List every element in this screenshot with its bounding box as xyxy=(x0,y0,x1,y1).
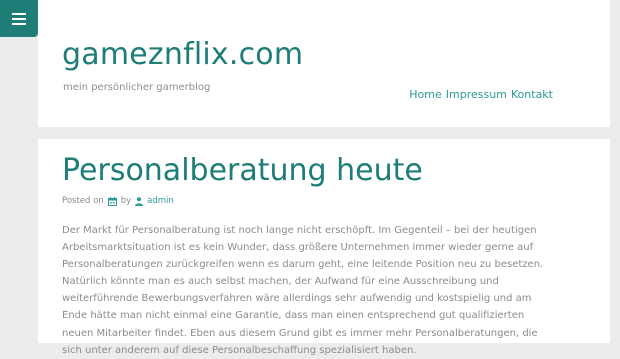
nav-item-impressum[interactable]: Impressum xyxy=(446,88,507,101)
post-line-6: Ende hätte man nicht einmal eine Garanti… xyxy=(62,310,525,322)
nav-item-home[interactable]: Home xyxy=(409,88,441,101)
post-meta: Posted on by admin xyxy=(62,196,174,206)
posted-on-label: Posted on xyxy=(62,196,104,206)
post-line-4: Natürlich könnte man es auch selbst mach… xyxy=(62,276,499,288)
site-title[interactable]: gameznflix.com xyxy=(62,40,303,70)
by-label: by xyxy=(120,196,132,206)
post-line-3: Personalberatungen zurückgreifen wenn es… xyxy=(62,259,544,271)
post-line-8: sich unter anderem auf diese Personalbes… xyxy=(62,344,417,356)
user-icon xyxy=(135,196,144,206)
calendar-icon xyxy=(107,196,117,206)
post-title[interactable]: Personalberatung heute xyxy=(62,156,423,186)
menu-toggle-button[interactable] xyxy=(0,0,38,37)
nav-item-kontakt[interactable]: Kontakt xyxy=(511,88,553,101)
post-article: Personalberatung heute Posted on by admi… xyxy=(38,139,610,356)
main-nav: Home Impressum Kontakt xyxy=(409,88,553,101)
site-description: mein persönlicher gamerblog xyxy=(63,82,211,93)
site-header: gameznflix.com mein persönlicher gamerbl… xyxy=(38,0,610,127)
post-line-2: Arbeitsmarktsituation ist es kein Wunder… xyxy=(62,242,534,254)
post-body: Der Markt für Personalberatung ist noch … xyxy=(62,222,562,359)
post-line-5: weiterführende Bewerbungsverfahren wäre … xyxy=(62,293,532,305)
post-line-1: Der Markt für Personalberatung ist noch … xyxy=(62,225,537,236)
hamburger-menu-icon xyxy=(12,12,26,25)
author-link[interactable]: admin xyxy=(147,196,174,206)
post-line-7: neuen Mitarbeiter findet. Eben aus diese… xyxy=(62,327,538,339)
